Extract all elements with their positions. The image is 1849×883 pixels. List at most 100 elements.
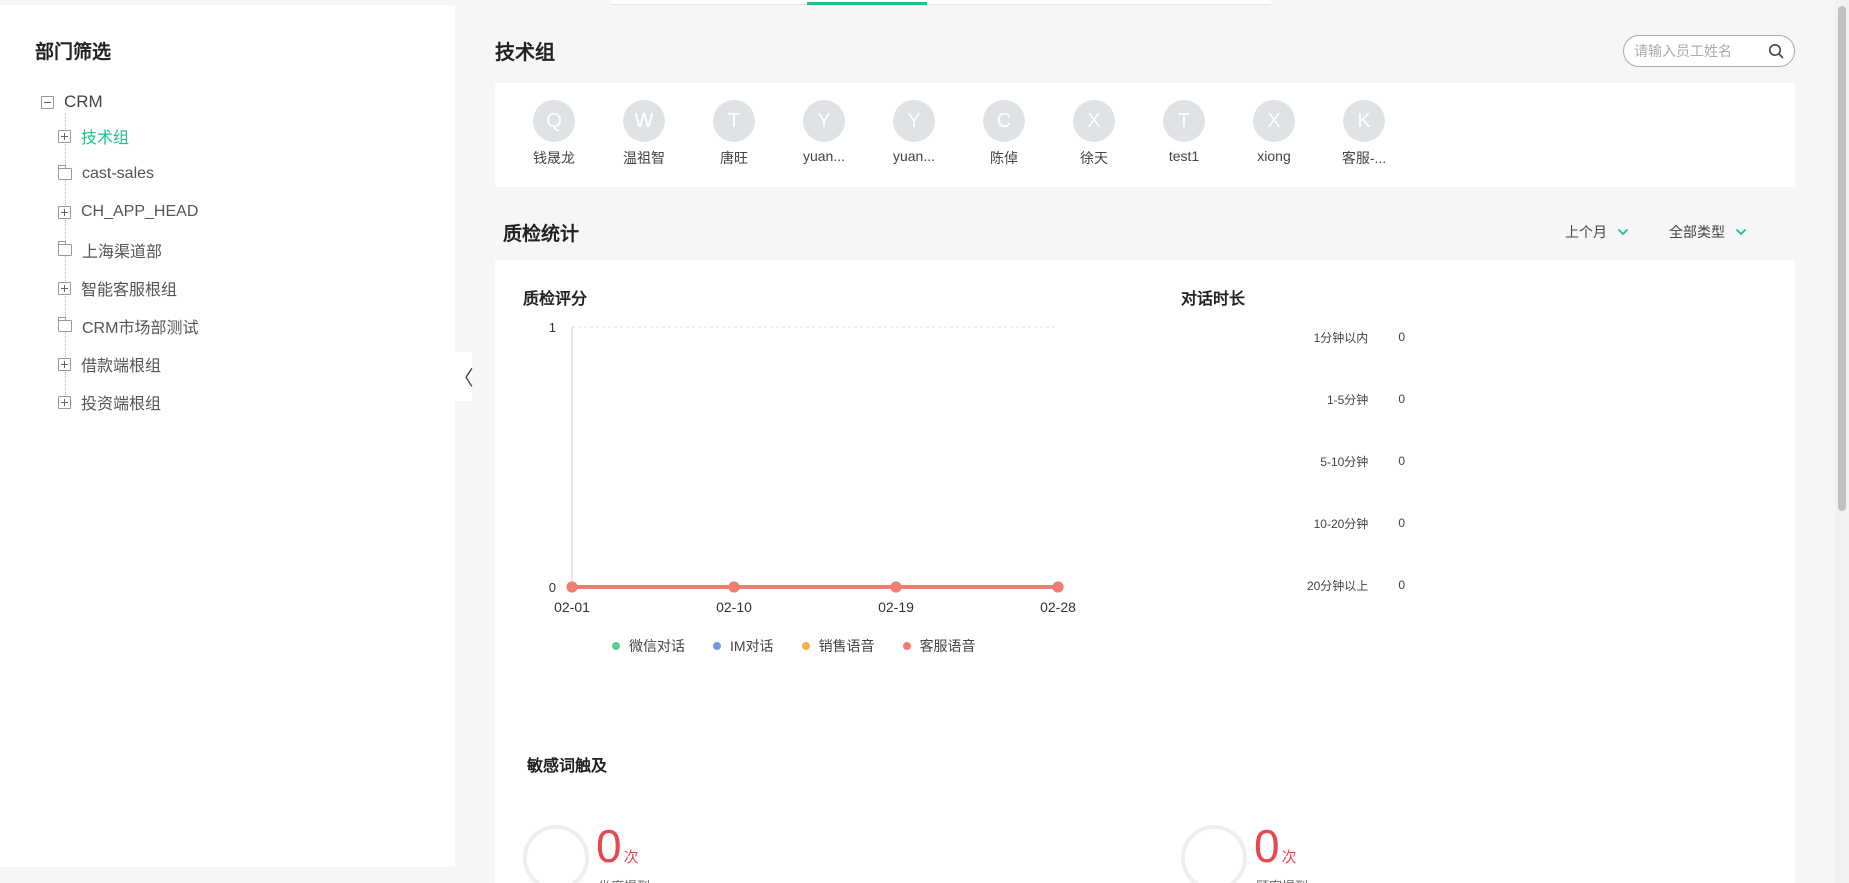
member-name: 徐天 [1080, 150, 1108, 166]
tree-item-label: 智能客服根组 [81, 282, 178, 299]
collapse-icon[interactable] [41, 95, 54, 109]
member-item[interactable]: Yyuan... [876, 100, 952, 164]
tree-root-crm[interactable]: CRM [41, 85, 103, 119]
avatar: C [983, 100, 1025, 142]
expand-icon[interactable] [58, 281, 71, 295]
count-unit: 次 [623, 849, 639, 866]
tree-item[interactable]: CRM市场部测试 [58, 309, 198, 343]
member-item[interactable]: Q 钱晟龙 [516, 100, 592, 168]
member-item[interactable]: C 陈倬 [966, 100, 1042, 168]
legend-item[interactable]: 微信对话 [612, 636, 685, 656]
employee-search-box [1623, 35, 1795, 67]
duration-value: 0 [1398, 392, 1405, 406]
y-tick-label: 1 [549, 320, 556, 335]
tree-item[interactable]: CH_APP_HEAD [58, 195, 198, 229]
tree-item-label: CRM市场部测试 [82, 320, 199, 337]
legend-dot-icon [713, 642, 721, 650]
bottom-strip [0, 867, 455, 883]
legend-dot-icon [801, 642, 810, 650]
folder-icon [58, 165, 72, 180]
member-item[interactable]: W 温祖智 [606, 100, 682, 168]
tree-item-label: cast-sales [82, 165, 155, 182]
chevron-down-icon [1617, 228, 1629, 236]
avatar: Y [893, 100, 935, 142]
count-unit: 次 [1281, 849, 1297, 866]
member-name: 客服-... [1341, 150, 1387, 166]
tree-item[interactable]: 上海渠道部 [58, 233, 162, 267]
tree-item-label: 借款端根组 [81, 358, 162, 375]
duration-row: 1分钟以内 0 [1195, 327, 1405, 347]
type-filter-dropdown[interactable]: 全部类型 [1669, 222, 1747, 242]
tree-root-label: CRM [64, 92, 103, 111]
duration-value: 0 [1398, 516, 1405, 530]
period-filter-dropdown[interactable]: 上个月 [1565, 222, 1629, 242]
member-list: Q 钱晟龙 W 温祖智 T 唐旺 Yyuan... Yyuan... C 陈倬 X 徐天 Ttest1 X… [495, 83, 1795, 187]
page-title: 技术组 [495, 42, 555, 64]
duration-value: 0 [1398, 454, 1405, 468]
donut-ring [523, 825, 589, 883]
scrollbar-thumb[interactable] [1838, 6, 1846, 511]
tree-item[interactable]: 智能客服根组 [58, 271, 177, 305]
avatar: Y [803, 100, 845, 142]
data-point [1052, 581, 1064, 593]
count-caption: 坐席提到 [598, 876, 650, 883]
legend-label: 微信对话 [629, 638, 685, 654]
tree-item[interactable]: 技术组 [58, 119, 129, 153]
employee-search-input[interactable] [1634, 43, 1768, 59]
x-tick-label: 02-01 [554, 599, 590, 615]
expand-icon[interactable] [58, 357, 71, 371]
type-filter-label: 全部类型 [1669, 224, 1725, 240]
member-item[interactable]: Yyuan... [786, 100, 862, 164]
data-point [728, 581, 740, 593]
x-tick-label: 02-19 [878, 599, 914, 615]
x-tick-label: 02-10 [716, 599, 752, 615]
quality-stats-panel: 质检评分 0 1 02-01 02-10 02-19 02-28 微信对话 IM对话 销售语音… [495, 260, 1795, 883]
member-item[interactable]: K 客服-... [1326, 100, 1402, 168]
expand-icon[interactable] [58, 205, 71, 219]
tree-item[interactable]: 借款端根组 [58, 347, 161, 381]
legend-dot-icon [902, 642, 911, 650]
avatar: K [1343, 100, 1385, 142]
member-name: 陈倬 [990, 150, 1018, 166]
sensitive-words-title: 敏感词触及 [527, 758, 608, 775]
duration-value: 0 [1398, 578, 1405, 592]
score-line-chart: 0 1 02-01 02-10 02-19 02-28 [549, 320, 1076, 615]
duration-row: 5-10分钟 0 [1195, 451, 1405, 471]
member-name: yuan... [802, 148, 846, 164]
top-tab-bar [611, 0, 1271, 5]
avatar: X [1253, 100, 1295, 142]
duration-label: 1-5分钟 [1326, 392, 1369, 407]
legend-item[interactable]: 客服语音 [902, 636, 976, 656]
expand-icon[interactable] [58, 129, 71, 143]
sidebar-title: 部门筛选 [35, 42, 112, 63]
sidebar-collapse-button[interactable]: 〈 [454, 352, 474, 401]
duration-label: 1分钟以内 [1313, 330, 1369, 345]
legend-dot-icon [612, 642, 620, 650]
member-item[interactable]: T 唐旺 [696, 100, 772, 168]
period-filter-label: 上个月 [1565, 224, 1607, 240]
member-item[interactable]: Xxiong [1236, 100, 1312, 164]
duration-label: 10-20分钟 [1313, 516, 1369, 531]
expand-icon[interactable] [58, 395, 71, 409]
tree-item[interactable]: 投资端根组 [58, 385, 161, 419]
duration-row: 10-20分钟 0 [1195, 513, 1405, 533]
tree-item-label: 技术组 [81, 130, 130, 147]
avatar: T [713, 100, 755, 142]
duration-row: 20分钟以上 0 [1195, 575, 1405, 595]
folder-icon [58, 317, 72, 332]
data-point [890, 581, 902, 593]
tree-item-label: 投资端根组 [81, 396, 162, 413]
member-item[interactable]: X 徐天 [1056, 100, 1132, 168]
tree-item[interactable]: cast-sales [58, 157, 154, 191]
tree-item-label: 上海渠道部 [82, 244, 163, 261]
search-icon[interactable] [1768, 43, 1784, 59]
member-name: 钱晟龙 [533, 150, 575, 166]
legend-item[interactable]: IM对话 [713, 636, 774, 656]
x-tick-label: 02-28 [1040, 599, 1076, 615]
member-name: 唐旺 [720, 150, 748, 166]
legend-item[interactable]: 销售语音 [801, 636, 875, 656]
sensitive-count: 0次 [596, 823, 639, 869]
member-item[interactable]: Ttest1 [1146, 100, 1222, 164]
member-name: xiong [1257, 148, 1291, 164]
count-number: 0 [1254, 820, 1280, 872]
